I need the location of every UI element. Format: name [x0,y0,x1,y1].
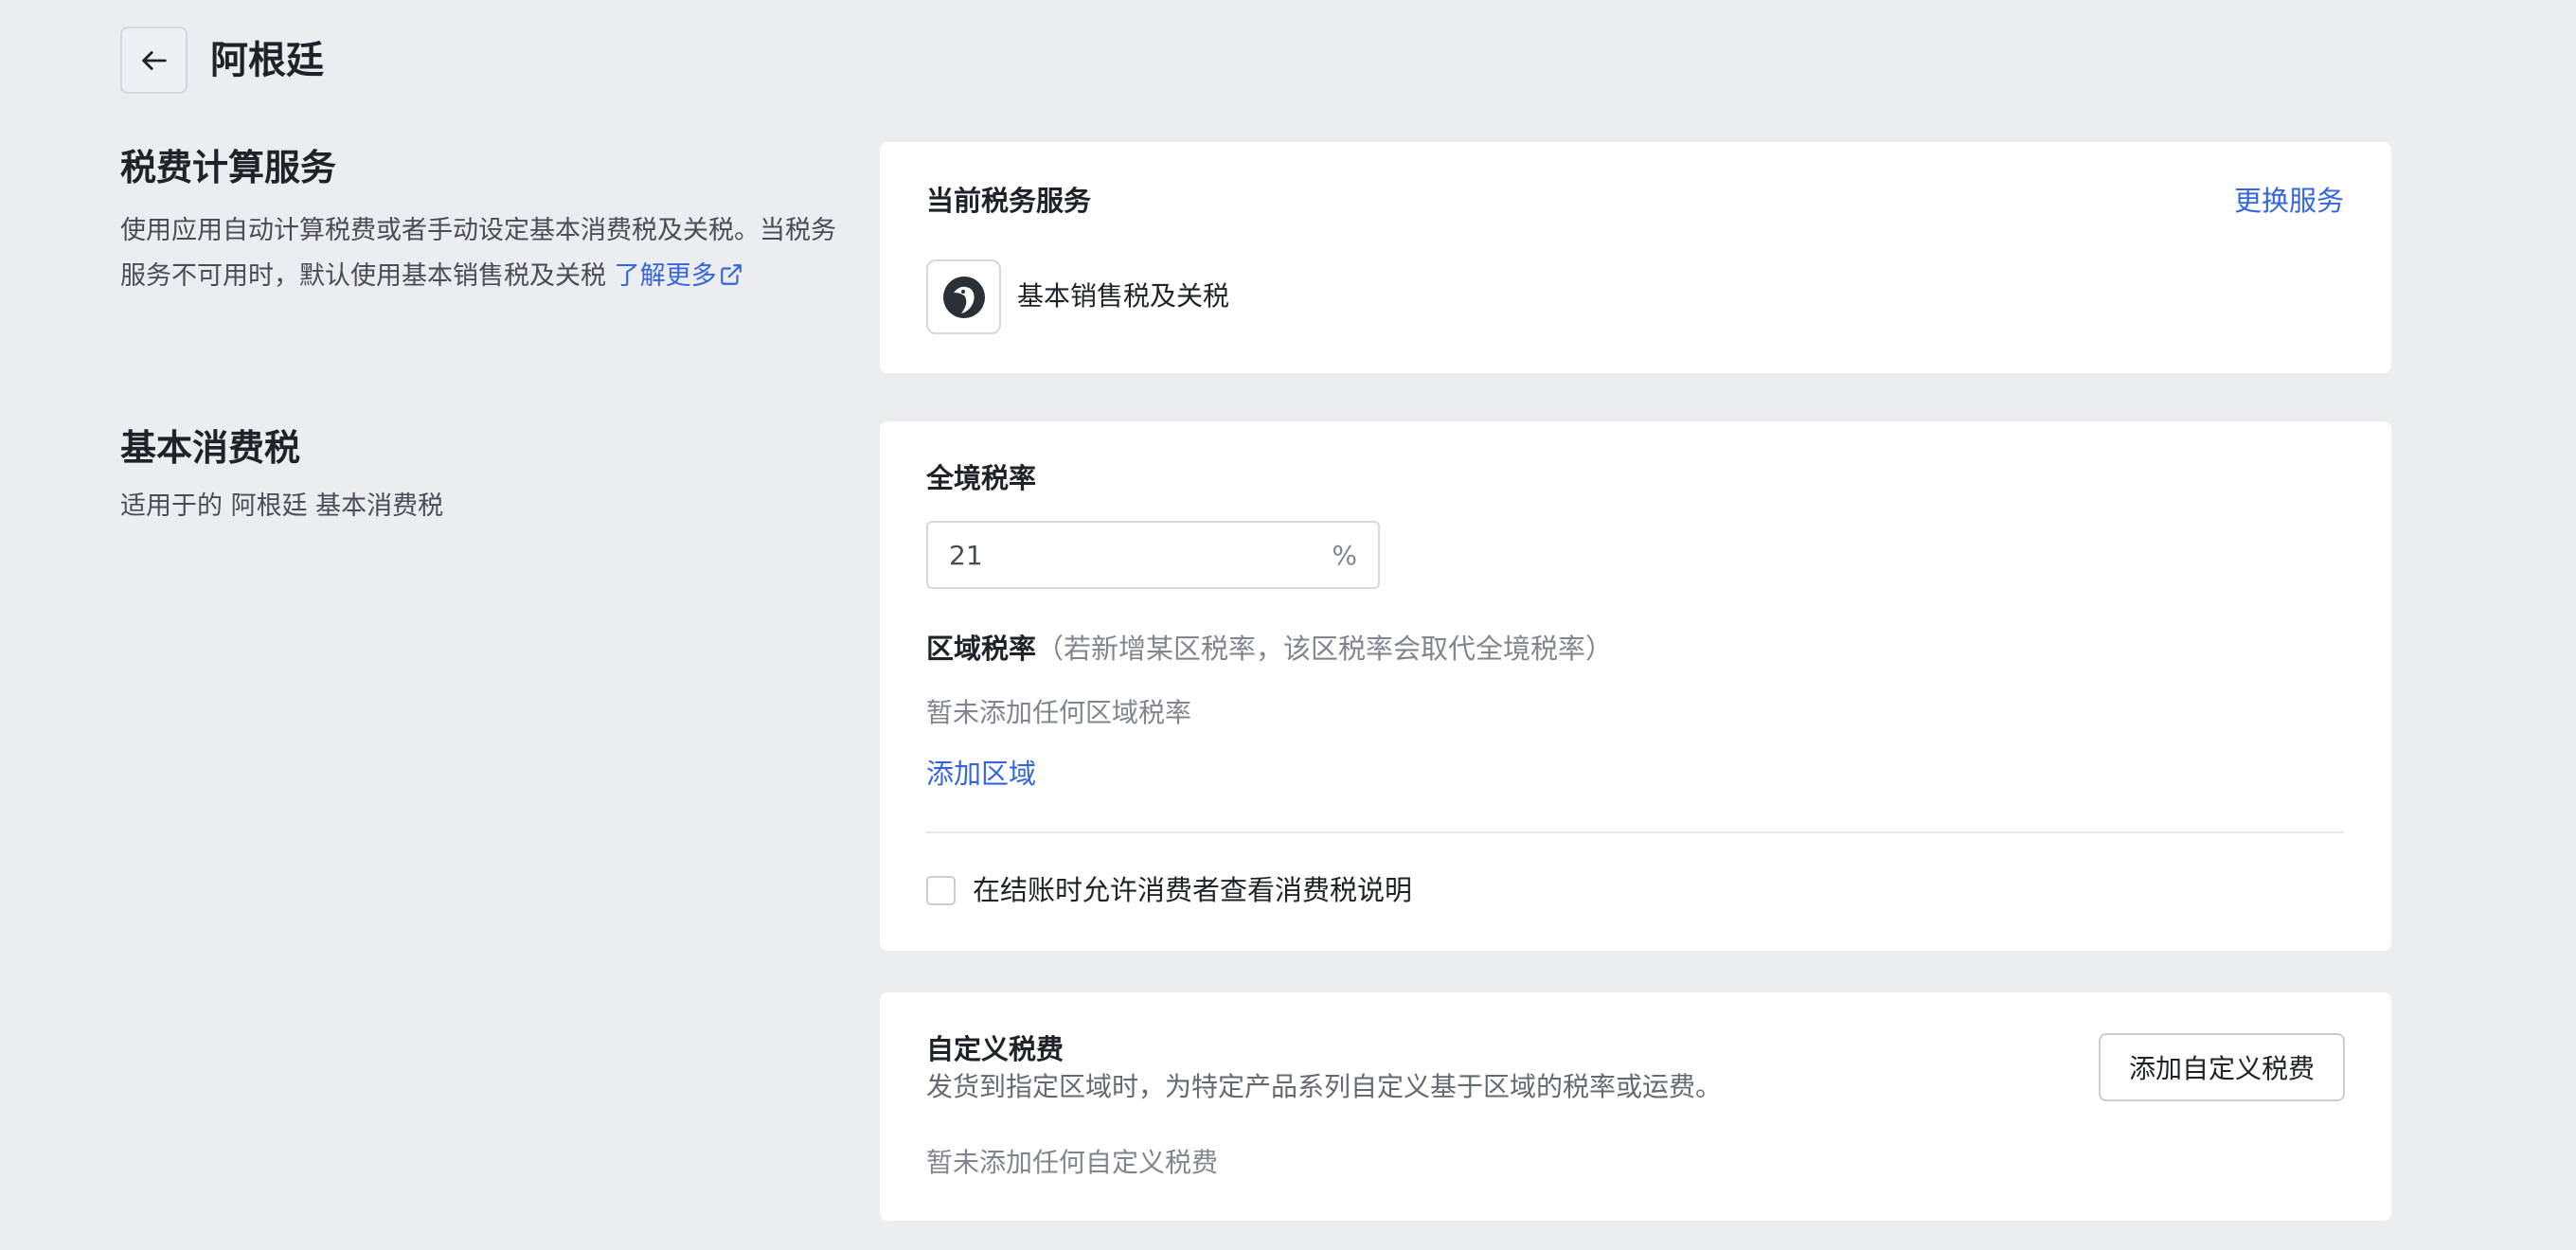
percent-suffix: % [1332,539,1357,571]
service-logo [926,259,1001,334]
tax-service-title: 税费计算服务 [120,147,337,188]
back-button[interactable] [120,27,188,94]
learn-more-link[interactable]: 了解更多 [615,261,743,291]
show-tax-note-checkbox-row[interactable]: 在结账时允许消费者查看消费税说明 [926,871,1412,909]
custom-tax-description: 发货到指定区域时，为特定产品系列自定义基于区域的税率或运费。 [926,1071,1723,1102]
external-link-icon [720,264,742,285]
basic-tax-card: 全境税率 % 区域税率（若新增某区税率，该区税率会取代全境税率） 暂未添加任何区… [880,421,2391,951]
basic-tax-description: 适用于的 阿根廷 基本消费税 [120,491,444,521]
show-tax-note-label: 在结账时允许消费者查看消费税说明 [973,874,1413,906]
page: 阿根廷 税费计算服务 使用应用自动计算税费或者手动设定基本消费税及关税。当税务服… [0,0,2576,1250]
change-service-link[interactable]: 更换服务 [2234,182,2344,220]
basic-tax-title: 基本消费税 [120,427,301,469]
bird-logo-icon [942,276,985,318]
arrow-left-icon [141,50,167,70]
learn-more-label: 了解更多 [614,261,717,291]
custom-tax-title: 自定义税费 [926,1033,1064,1065]
region-rate-label: 区域税率 [926,633,1037,665]
service-name: 基本销售税及关税 [1017,280,1230,312]
region-rate-heading: 区域税率（若新增某区税率，该区税率会取代全境税率） [926,630,1613,668]
tax-service-description: 使用应用自动计算税费或者手动设定基本消费税及关税。当税务服务不可用时，默认使用基… [120,208,850,299]
page-title: 阿根廷 [210,39,324,82]
show-tax-note-checkbox[interactable] [926,875,956,905]
national-rate-label: 全境税率 [926,462,1037,494]
divider [926,831,2344,833]
current-tax-service-card: 当前税务服务 更换服务 基本销售税及关税 [880,142,2391,373]
custom-tax-card: 自定义税费 发货到指定区域时，为特定产品系列自定义基于区域的税率或运费。 添加自… [880,992,2391,1221]
region-empty-text: 暂未添加任何区域税率 [926,697,1192,728]
add-region-link[interactable]: 添加区域 [926,755,1036,793]
region-rate-hint: （若新增某区税率，该区税率会取代全境税率） [1036,633,1614,665]
custom-tax-empty-text: 暂未添加任何自定义税费 [926,1147,1219,1178]
national-rate-input[interactable] [949,539,1333,571]
current-tax-service-label: 当前税务服务 [926,185,1092,217]
national-rate-field[interactable]: % [926,521,1380,589]
add-custom-tax-button[interactable]: 添加自定义税费 [2099,1033,2345,1101]
